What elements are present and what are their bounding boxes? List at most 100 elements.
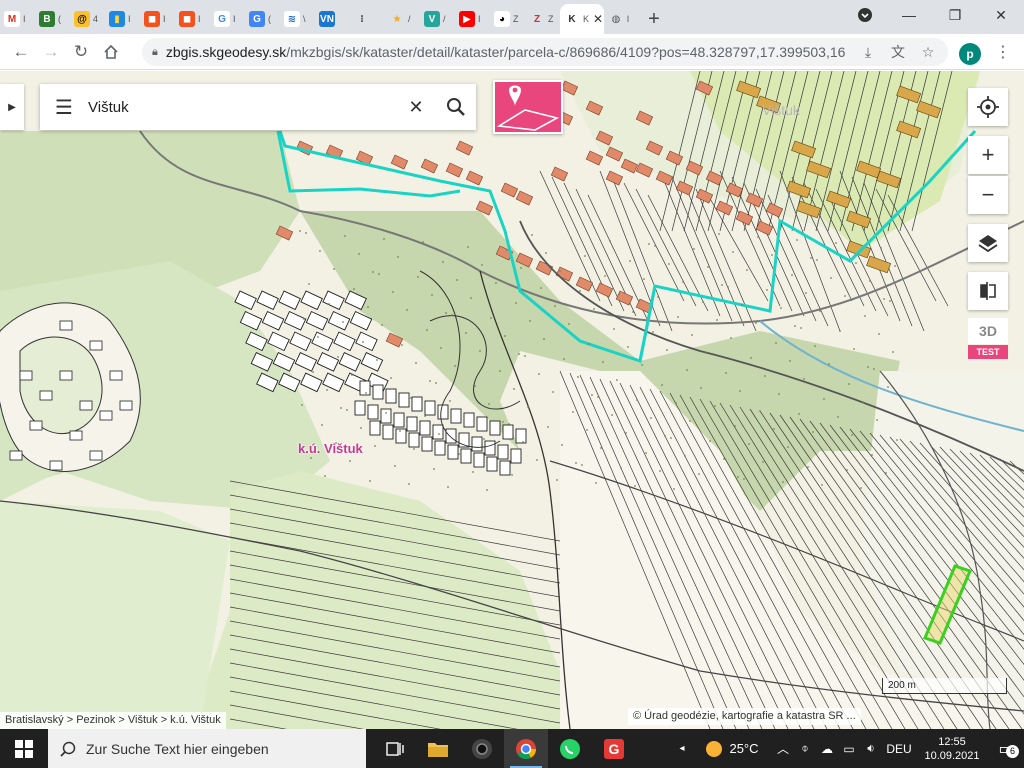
zoom-in-button[interactable]: + — [968, 136, 1008, 174]
url-path: /mkzbgis/sk/kataster/detail/kataster/par… — [286, 44, 846, 60]
browser-tab[interactable]: ▮ I — [105, 4, 140, 34]
zoom-out-button[interactable]: − — [968, 176, 1008, 214]
minimize-button[interactable]: — — [886, 0, 932, 30]
camera-app-button[interactable] — [460, 729, 504, 768]
browser-tab[interactable]: ◕ Z — [490, 4, 525, 34]
browser-tab[interactable]: K K ✕ — [560, 4, 604, 34]
bookmark-star-icon[interactable]: ☆ — [918, 42, 938, 62]
cadastral-map[interactable] — [0, 71, 1024, 729]
parcel-info-button[interactable] — [493, 80, 563, 134]
tab-title: I — [198, 14, 201, 24]
browser-tab[interactable]: ★ / — [385, 4, 420, 34]
tab-title: K — [583, 14, 590, 24]
shield-icon-2: ◼ — [179, 11, 195, 27]
taskbar-search[interactable]: Zur Suche Text hier eingeben — [48, 729, 366, 768]
clock-time: 12:55 — [938, 735, 966, 748]
wave-icon: ≋ — [284, 11, 300, 27]
g-app-button[interactable]: G — [592, 729, 636, 768]
3d-view-button[interactable]: 3D — [968, 318, 1008, 344]
browser-tab[interactable]: ▶ I — [455, 4, 490, 34]
windows-taskbar: Zur Suche Text hier eingeben G ◂ 25°C ︿ … — [0, 729, 1024, 768]
browser-tab[interactable]: ◼ I — [140, 4, 175, 34]
z-icon: Z — [529, 11, 545, 27]
arrow-left-icon: ← — [12, 41, 30, 61]
search-icon — [447, 98, 465, 116]
shield-icon-1: ◼ — [144, 11, 160, 27]
file-explorer-button[interactable] — [416, 729, 460, 768]
home-button[interactable] — [96, 37, 126, 67]
close-icon: ✕ — [995, 6, 1007, 23]
tab-title: ( — [58, 14, 61, 24]
lock-icon: 🔒︎ — [152, 45, 158, 58]
browser-tab[interactable]: B( — [35, 4, 70, 34]
youtube-icon: ▶ — [459, 11, 475, 27]
new-tab-button[interactable]: + — [639, 4, 669, 34]
tray-expand-button[interactable]: ◂ — [672, 743, 692, 754]
tab-title: I — [23, 14, 26, 24]
weather-widget[interactable]: 25°C — [692, 740, 772, 758]
input-language[interactable]: DEU — [882, 742, 916, 756]
cadastral-area-label: k.ú. Vištuk — [298, 441, 363, 456]
locate-me-button[interactable] — [968, 88, 1008, 126]
zoom-icon: VN — [319, 11, 335, 27]
close-window-button[interactable]: ✕ — [978, 0, 1024, 30]
browser-tab[interactable]: ◍ l — [604, 4, 639, 34]
search-button[interactable] — [436, 97, 476, 117]
panda-icon: ◕ — [494, 11, 510, 27]
caret-left-icon: ◂ — [679, 743, 685, 754]
browser-tab[interactable]: ◼ I — [175, 4, 210, 34]
browser-tab[interactable]: ⁝ — [350, 4, 385, 34]
back-button[interactable]: ← — [6, 37, 36, 67]
browser-tab[interactable]: G( — [245, 4, 280, 34]
folder-icon — [428, 742, 448, 757]
tab-title: / — [408, 14, 411, 24]
sun-icon — [706, 740, 723, 757]
whatsapp-button[interactable] — [548, 729, 592, 768]
tab-search-button[interactable] — [842, 0, 888, 30]
browser-tab[interactable]: ≋ \ — [280, 4, 315, 34]
browser-tab[interactable]: GI — [210, 4, 245, 34]
translate-page-icon[interactable]: 文 — [888, 42, 908, 62]
reload-button[interactable]: ↻ — [66, 37, 96, 67]
map-canvas[interactable] — [0, 71, 1024, 729]
browser-tab[interactable]: MI — [0, 4, 35, 34]
globe-icon: ◍ — [608, 11, 624, 27]
clear-search-button[interactable]: ✕ — [396, 97, 436, 118]
compare-button[interactable] — [968, 272, 1008, 310]
address-bar[interactable]: 🔒︎ zbgis.skgeodesy.sk/mkzbgis/sk/kataste… — [142, 38, 948, 66]
b-app-icon: B — [39, 11, 55, 27]
compare-icon — [980, 282, 996, 300]
search-icon — [60, 741, 76, 757]
clock[interactable]: 12:55 10.09.2021 — [916, 735, 988, 763]
close-tab-icon[interactable]: ✕ — [593, 12, 603, 26]
star-icon: ★ — [389, 11, 405, 27]
browser-tab[interactable]: V / — [420, 4, 455, 34]
install-app-icon[interactable]: ⤓ — [858, 42, 878, 62]
maximize-button[interactable]: ❐ — [932, 0, 978, 30]
browser-tab[interactable]: @4 — [70, 4, 105, 34]
profile-avatar[interactable]: p — [959, 43, 981, 65]
meet-now-icon[interactable]: ⌽ — [794, 741, 816, 756]
browser-tab[interactable]: ZZ — [525, 4, 560, 34]
browser-menu-icon[interactable]: ⋮ — [995, 42, 1011, 62]
browser-tab[interactable]: VN — [315, 4, 350, 34]
volume-icon[interactable]: 🔉︎ — [860, 741, 882, 756]
side-panel-toggle[interactable]: ▶ — [0, 84, 24, 130]
start-button[interactable] — [0, 729, 48, 768]
reload-icon: ↻ — [73, 41, 89, 61]
onedrive-icon[interactable]: ☁ — [816, 742, 838, 756]
chevron-up-icon[interactable]: ︿ — [772, 740, 794, 757]
chrome-button[interactable] — [504, 729, 548, 768]
search-input[interactable]: Vištuk — [88, 99, 396, 116]
breadcrumb[interactable]: Bratislavský > Pezinok > Vištuk > k.ú. V… — [0, 712, 226, 729]
layers-button[interactable] — [968, 224, 1008, 262]
taskbar-search-placeholder: Zur Suche Text hier eingeben — [86, 740, 269, 757]
map-pin-parcel-icon — [496, 85, 560, 131]
forward-button[interactable]: → — [36, 37, 66, 67]
network-icon[interactable]: ▭ — [838, 742, 860, 756]
map-search-box[interactable]: ☰ Vištuk ✕ — [40, 84, 476, 130]
menu-button[interactable]: ☰ — [40, 95, 88, 120]
notification-center-button[interactable]: ▭ 6 — [988, 739, 1024, 759]
task-view-button[interactable] — [372, 729, 416, 768]
map-attribution[interactable]: © Úrad geodézie, kartografie a katastra … — [628, 708, 861, 725]
